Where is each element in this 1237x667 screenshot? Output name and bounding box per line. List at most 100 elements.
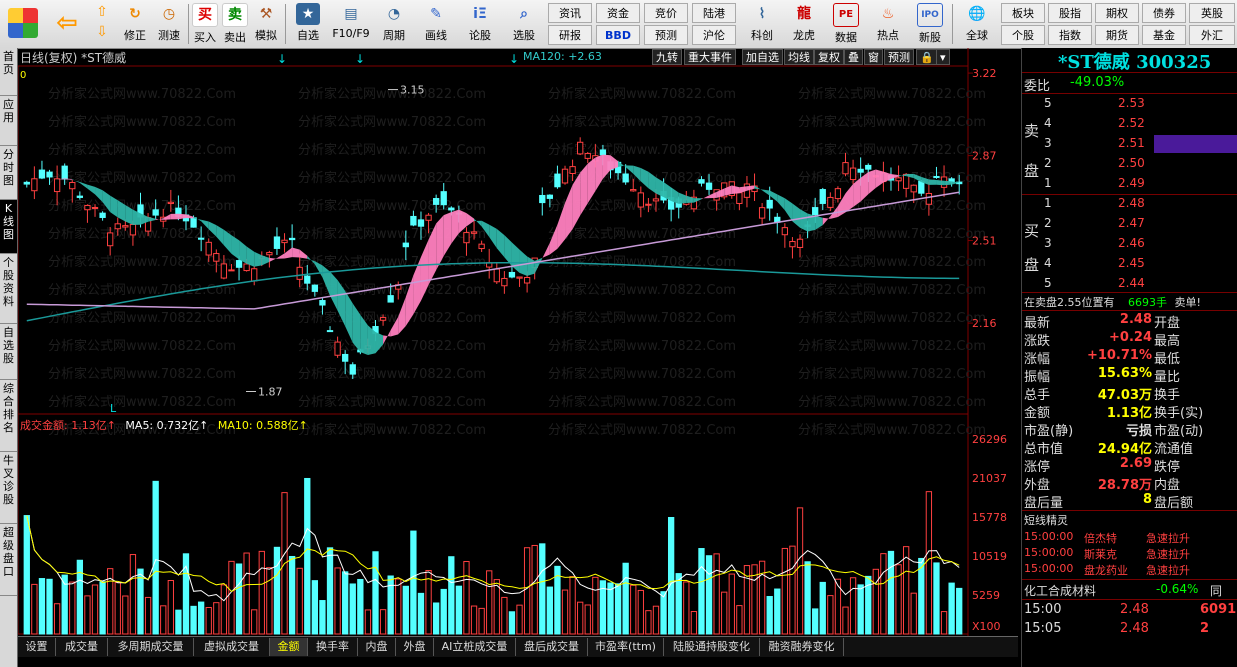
link-forex[interactable]: 外汇	[1189, 25, 1235, 45]
link-sectors[interactable]: 板块	[1001, 3, 1045, 23]
high-label: 3.15	[400, 84, 425, 97]
stat-label: 最新	[1024, 316, 1051, 331]
ask-price[interactable]: 2.49	[1118, 176, 1145, 190]
link-bonds[interactable]: 债券	[1142, 3, 1186, 23]
bid-price[interactable]: 2.48	[1118, 196, 1145, 210]
link-futures[interactable]: 期货	[1095, 25, 1139, 45]
link-shanghai-london[interactable]: 沪伦	[692, 25, 736, 45]
short-stock[interactable]: 盘龙药业	[1084, 562, 1128, 578]
toolbar-button-ipo[interactable]: IPO 新股	[910, 2, 950, 46]
indicator-tab-outer[interactable]: 外盘	[396, 638, 434, 656]
link-options[interactable]: 期权	[1095, 3, 1139, 23]
side-tab-profile[interactable]: 个股资料	[0, 254, 17, 324]
bid-price[interactable]: 2.47	[1118, 216, 1145, 230]
indicator-tab-multi-period[interactable]: 多周期成交量	[108, 638, 194, 656]
toolbar-button-f10[interactable]: ▤ F10/F9	[330, 2, 372, 46]
ask-price[interactable]: 2.52	[1118, 116, 1145, 130]
side-tab-intraday[interactable]: 分时图	[0, 146, 17, 200]
toolbar-button-star-market[interactable]: ⌇ 科创	[742, 2, 782, 46]
toolbar-button-hotspot[interactable]: ♨ 热点	[868, 2, 908, 46]
bid-price[interactable]: 2.44	[1118, 276, 1145, 290]
lock-icon[interactable]: 🔒	[916, 49, 938, 65]
side-tab-kline[interactable]: K线图	[0, 200, 17, 254]
link-funds[interactable]: 资金	[596, 3, 640, 23]
toolbar-button-data[interactable]: PE 数据	[826, 2, 866, 46]
bid-level: 3	[1044, 236, 1052, 250]
ask-price[interactable]: 2.50	[1118, 156, 1145, 170]
short-stock[interactable]: 斯莱克	[1084, 546, 1117, 562]
tool-window[interactable]: 窗	[864, 49, 883, 65]
side-tab-ranking[interactable]: 综合排名	[0, 380, 17, 452]
indicator-tab-turnover[interactable]: 换手率	[308, 638, 358, 656]
tool-major-events[interactable]: 重大事件	[684, 49, 736, 65]
toolbar-button-simulate[interactable]: ⚒ 模拟	[250, 2, 282, 46]
indicator-tab-after-hours[interactable]: 盘后成交量	[516, 638, 588, 656]
indicator-tab-ai-volume[interactable]: AI立桩成交量	[434, 638, 516, 656]
indicator-tab-volume[interactable]: 成交量	[56, 638, 108, 656]
side-tab-apps[interactable]: 应用	[0, 96, 17, 146]
stat-label-right: 流通值	[1154, 442, 1194, 457]
candle-body	[342, 353, 349, 362]
link-index-futures[interactable]: 股指	[1048, 3, 1092, 23]
indicator-tab-northbound[interactable]: 陆股通持股变化	[664, 638, 760, 656]
toolbar-button-speed[interactable]: ◷ 测速	[152, 2, 186, 46]
side-tab-watchlist[interactable]: 自选股	[0, 324, 17, 380]
toolbar-button-dragon-tiger[interactable]: 龍 龙虎	[784, 2, 824, 46]
indicator-tab-amount[interactable]: 金额	[270, 638, 308, 656]
ask-price[interactable]: 2.51	[1118, 136, 1145, 150]
indicator-tab-settings[interactable]: 设置	[18, 638, 56, 656]
toolbar-button-global[interactable]: 🌐 全球	[955, 2, 999, 46]
link-news[interactable]: 资讯	[548, 3, 592, 23]
toolbar-button-forum[interactable]: iΞ 论股	[462, 2, 498, 46]
link-forecast[interactable]: 预测	[644, 25, 688, 45]
link-stocks[interactable]: 个股	[1001, 25, 1045, 45]
indicator-tab-virtual-volume[interactable]: 虚拟成交量	[194, 638, 270, 656]
volume-bar	[31, 583, 38, 635]
back-button[interactable]: ⇦	[48, 2, 86, 46]
toolbar-button-screener[interactable]: ⌕ 选股	[502, 2, 546, 46]
volume-bar	[561, 589, 569, 635]
toolbar-button-period[interactable]: ◔ 周期	[374, 2, 414, 46]
link-research[interactable]: 研报	[548, 25, 592, 45]
link-bbd[interactable]: BBD	[596, 25, 640, 45]
indicator-tab-inner[interactable]: 内盘	[358, 638, 396, 656]
toolbar-button-draw[interactable]: ✎ 画线	[416, 2, 456, 46]
app-logo-icon[interactable]	[4, 2, 42, 46]
big-order-notice[interactable]: 在卖盘2.55位置有 6693手 卖单!	[1024, 294, 1201, 310]
link-uk-stocks[interactable]: 英股	[1189, 3, 1235, 23]
tool-moving-average[interactable]: 均线	[784, 49, 814, 65]
up-down-button[interactable]: ⇧ ⇩	[90, 2, 114, 46]
bid-price[interactable]: 2.46	[1118, 236, 1145, 250]
kline-chart-area[interactable]: 分析家公式网www.70822.Com 分析家公式网www.70822.Com 分析…	[18, 48, 1018, 638]
indicator-tab-margin[interactable]: 融资融券变化	[760, 638, 844, 656]
link-auction[interactable]: 竞价	[644, 3, 688, 23]
toolbar-button-sell[interactable]: 卖 卖出	[220, 2, 250, 46]
toolbar-button-watchlist[interactable]: ★ 自选	[288, 2, 328, 46]
candle-body	[417, 219, 425, 227]
side-tab-diagnosis[interactable]: 牛叉诊股	[0, 452, 17, 524]
toolbar-button-buy[interactable]: 买 买入	[190, 2, 220, 46]
volume-bar	[607, 582, 614, 635]
volume-bar	[342, 571, 349, 635]
candle-body	[857, 168, 864, 173]
tool-add-watchlist[interactable]: 加自选	[742, 49, 783, 65]
tool-nine-turn[interactable]: 九转	[652, 49, 682, 65]
tool-adjust[interactable]: 复权	[814, 49, 844, 65]
candle-body	[288, 237, 296, 241]
link-indices[interactable]: 指数	[1048, 25, 1092, 45]
indicator-tab-pe-ttm[interactable]: 市盈率(ttm)	[588, 638, 664, 656]
kline-chart-svg[interactable]: 分析家公式网www.70822.Com 分析家公式网www.70822.Com 分析…	[18, 48, 1018, 638]
side-tab-home[interactable]: 首页	[0, 48, 17, 96]
short-stock[interactable]: 倍杰特	[1084, 530, 1117, 546]
ask-price[interactable]: 2.53	[1118, 96, 1145, 110]
link-funds-market[interactable]: 基金	[1142, 25, 1186, 45]
chevron-down-icon[interactable]: ▾	[936, 49, 950, 65]
sector-row[interactable]: 化工合成材料 -0.64% 同	[1024, 582, 1222, 599]
tool-overlay[interactable]: 叠	[844, 49, 863, 65]
bid-price[interactable]: 2.45	[1118, 256, 1145, 270]
watermark-text: 分析家公式网www.70822.Com	[298, 142, 486, 158]
link-hk-connect[interactable]: 陆港	[692, 3, 736, 23]
tool-predict[interactable]: 预测	[884, 49, 914, 65]
toolbar-button-fix[interactable]: ↻ 修正	[118, 2, 152, 46]
side-tab-level2[interactable]: 超级盘口	[0, 524, 17, 596]
